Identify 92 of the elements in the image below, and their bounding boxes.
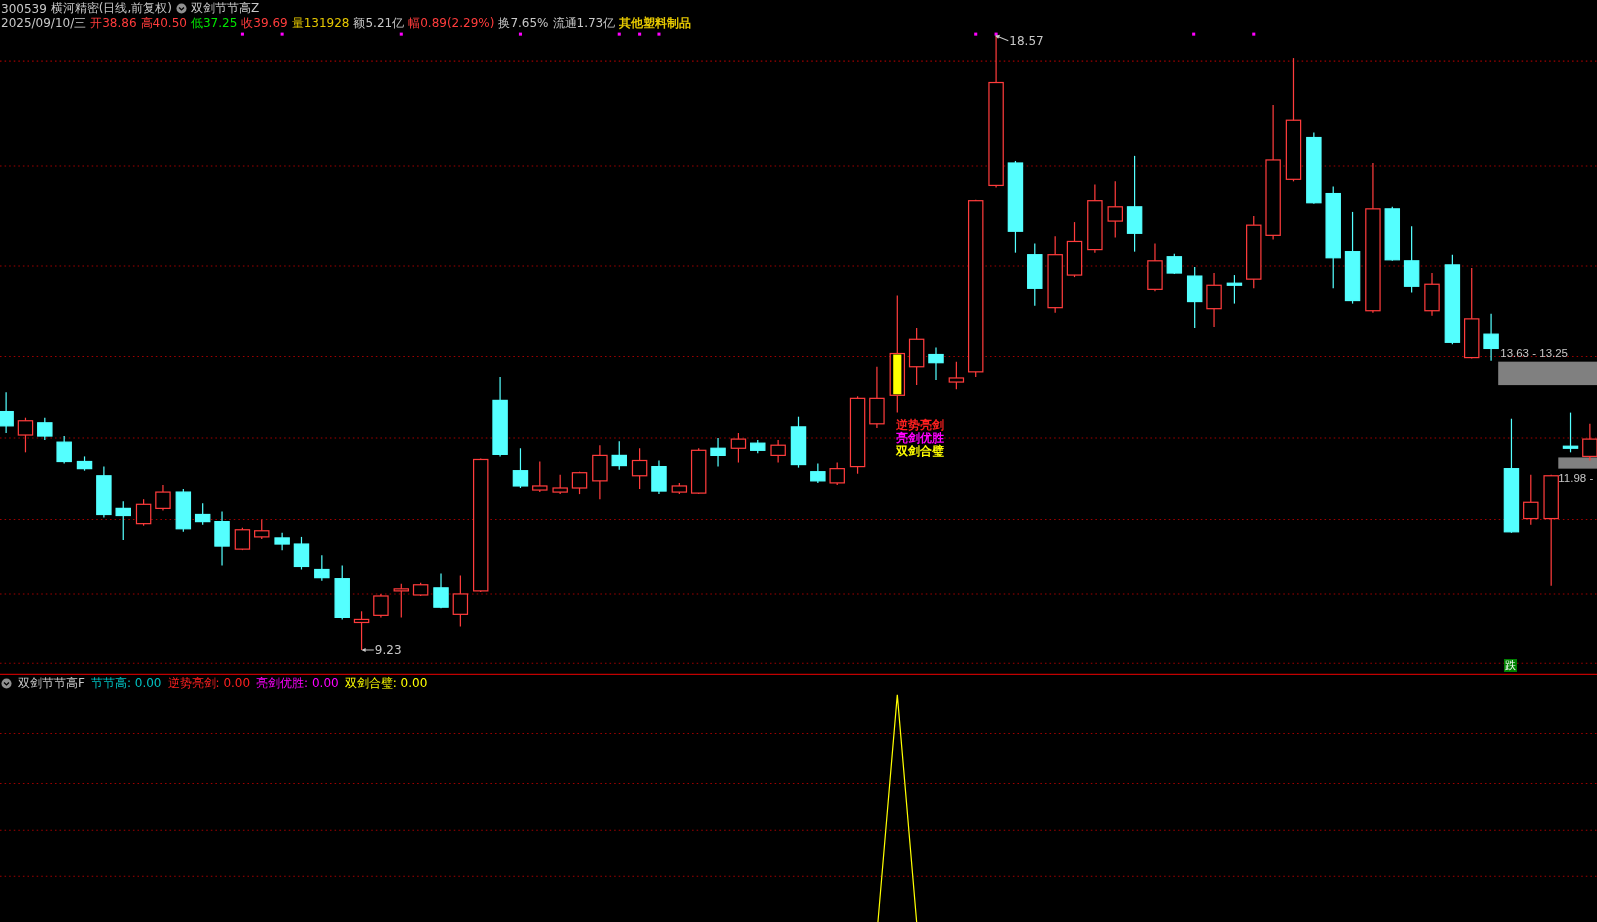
candlestick — [1226, 274, 1243, 305]
candlestick — [135, 498, 152, 527]
signal-label: 亮剑优胜 — [896, 431, 945, 445]
candlestick — [1424, 272, 1440, 317]
candlestick — [393, 583, 410, 618]
candlestick — [155, 484, 171, 512]
candlestick — [115, 500, 131, 541]
candlestick — [433, 572, 449, 609]
candlestick — [56, 435, 72, 465]
arrow-icon — [361, 647, 375, 652]
candlestick — [730, 432, 747, 464]
zone-label: 11.98 - — [1558, 470, 1594, 485]
candlestick — [175, 488, 192, 533]
candlestick — [592, 444, 608, 500]
candlestick — [710, 437, 726, 468]
price-label: 9.23 — [374, 642, 402, 657]
candlestick — [293, 536, 310, 571]
candlestick — [96, 466, 112, 519]
quote-field: 额5.21亿 — [353, 15, 405, 32]
quote-field: 2025/09/10/三 — [1, 15, 87, 32]
candlestick — [234, 527, 251, 551]
price-zone — [1558, 457, 1597, 469]
candlestick — [571, 471, 588, 495]
candlestick — [512, 447, 529, 489]
signal-label: 逆势亮剑 — [896, 418, 945, 432]
candlestick — [1107, 180, 1123, 238]
quote-field: 高40.50 — [140, 15, 187, 32]
candlestick — [810, 462, 826, 484]
candlestick — [0, 391, 14, 434]
candlestick — [829, 461, 845, 486]
candlestick — [1562, 412, 1579, 453]
candlestick — [1027, 242, 1043, 307]
candlestick — [373, 593, 389, 618]
candlestick — [651, 459, 667, 495]
dropdown-icon[interactable] — [176, 3, 187, 14]
quote-field: 收39.69 — [241, 15, 288, 32]
candlestick — [1483, 313, 1499, 362]
candlestick — [1384, 206, 1400, 262]
candlestick — [1066, 221, 1083, 278]
candlestick — [1206, 272, 1222, 328]
fall-badge: 跌 — [1504, 658, 1518, 672]
candlestick — [254, 518, 270, 540]
stock-name: 横河精密(日线,前复权) — [50, 0, 172, 17]
indicator-name: 双剑节节高F — [18, 674, 85, 692]
candlestick — [37, 417, 53, 441]
candlestick — [869, 366, 885, 429]
candlestick — [690, 447, 707, 495]
candlestick — [353, 610, 370, 651]
quote-field: 低37.25 — [190, 15, 238, 32]
candlestick — [274, 532, 290, 551]
candlestick — [1403, 225, 1420, 293]
candlestick — [908, 327, 925, 386]
candlestick — [412, 582, 429, 597]
candlestick — [1147, 242, 1163, 292]
zone-label: 13.63 - 13.25 — [1500, 346, 1568, 361]
candlestick — [790, 416, 807, 469]
legend-item: 节节高: 0.00 — [90, 674, 162, 692]
dropdown-icon[interactable] — [1, 677, 12, 689]
candlestick — [452, 575, 469, 628]
indicator-name: 双剑节节高Z — [191, 0, 260, 17]
candlestick — [631, 447, 648, 490]
candlestick — [671, 482, 688, 495]
stock-title: 300539 — [1, 1, 47, 16]
quote-field: 量131928 — [291, 15, 350, 32]
candlestick — [1166, 253, 1183, 275]
candlestick — [770, 439, 786, 464]
candlestick — [948, 361, 965, 390]
candlestick — [750, 439, 766, 454]
candlestick — [928, 346, 944, 381]
price-label: 18.57 — [1009, 33, 1044, 48]
candlestick — [194, 502, 211, 526]
legend-item: 双剑合璧: 0.00 — [344, 674, 428, 692]
quote-field: 开38.86 — [90, 15, 137, 32]
quote-field: 换7.65% — [498, 15, 549, 32]
quote-field: 幅0.89(2.29%) — [408, 15, 495, 32]
candlestick — [76, 455, 93, 472]
candlestick — [334, 564, 350, 621]
candlestick — [1523, 474, 1539, 526]
candlestick — [214, 510, 230, 567]
legend-item: 逆势亮剑: 0.00 — [167, 674, 251, 692]
candlestick — [314, 554, 330, 582]
candlestick — [552, 474, 568, 495]
arrow-icon — [995, 34, 1009, 42]
quote-field: 其他塑料制品 — [619, 15, 692, 32]
candlestick — [532, 460, 548, 493]
candlestick — [17, 417, 34, 453]
quote-field: 流通1.73亿 — [552, 15, 616, 32]
candlestick — [1087, 183, 1103, 254]
candlestick — [611, 440, 627, 471]
candlestick — [1186, 266, 1203, 329]
legend-item: 亮剑优胜: 0.00 — [256, 674, 339, 692]
signal-label: 双剑合璧 — [896, 444, 945, 458]
